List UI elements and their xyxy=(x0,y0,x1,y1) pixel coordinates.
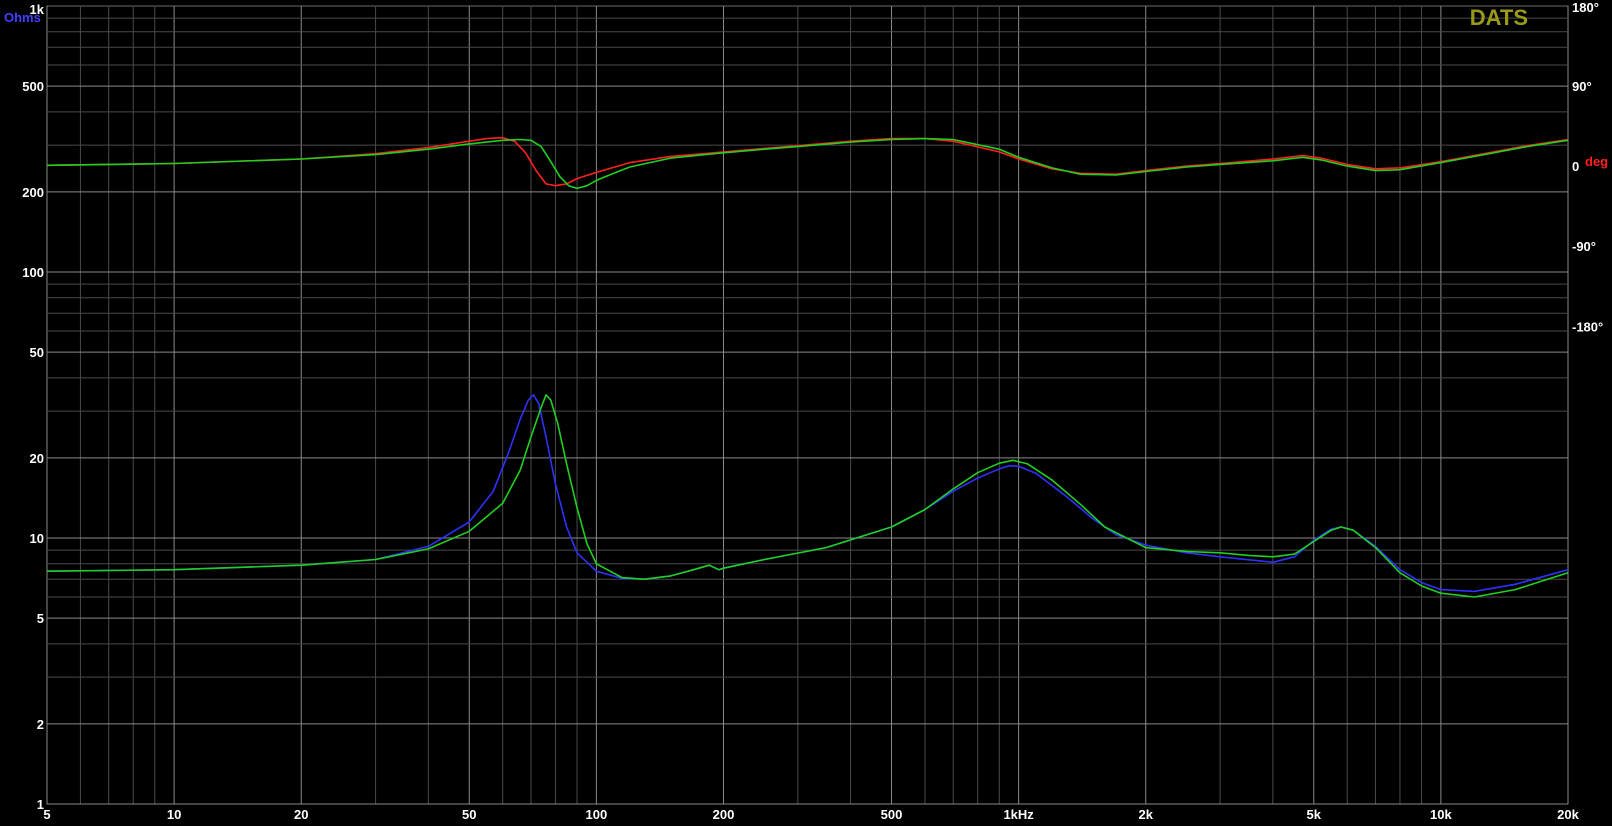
y-left-tick-label: 1 xyxy=(37,797,44,812)
y-left-tick-label: 100 xyxy=(22,265,44,280)
y-left-tick-label: 20 xyxy=(30,451,44,466)
y-right-tick-label: 180° xyxy=(1572,0,1599,15)
x-tick-label: 200 xyxy=(713,807,735,822)
x-tick-label: 10k xyxy=(1430,807,1452,822)
x-tick-label: 5 xyxy=(43,807,50,822)
right-axis-unit: deg xyxy=(1585,154,1608,169)
y-right-tick-label: 0 xyxy=(1572,159,1579,174)
y-left-tick-label: 50 xyxy=(30,345,44,360)
x-tick-label: 100 xyxy=(586,807,608,822)
y-left-tick-label: 10 xyxy=(30,531,44,546)
y-right-tick-label: 90° xyxy=(1572,79,1592,94)
x-tick-label: 1kHz xyxy=(1003,807,1034,822)
brand-logo: DATS xyxy=(1470,5,1528,30)
y-left-tick-label: 2 xyxy=(37,717,44,732)
x-tick-label: 50 xyxy=(462,807,476,822)
left-axis-unit: Ohms xyxy=(4,10,41,25)
x-tick-label: 20k xyxy=(1557,807,1579,822)
chart-background xyxy=(0,0,1612,826)
x-tick-label: 20 xyxy=(294,807,308,822)
x-tick-label: 500 xyxy=(881,807,903,822)
x-tick-label: 5k xyxy=(1307,807,1322,822)
y-left-tick-label: 5 xyxy=(37,611,44,626)
x-tick-label: 2k xyxy=(1139,807,1154,822)
impedance-phase-chart: 5 10 20 50 100 200 500 1kHz 2k 5k 10k 20k 1 2 5 10 20 50 1… xyxy=(0,0,1612,826)
x-tick-label: 10 xyxy=(167,807,181,822)
y-left-tick-label: 200 xyxy=(22,185,44,200)
y-right-tick-label: -180° xyxy=(1572,319,1603,334)
y-right-tick-label: -90° xyxy=(1572,239,1596,254)
y-left-tick-label: 500 xyxy=(22,79,44,94)
